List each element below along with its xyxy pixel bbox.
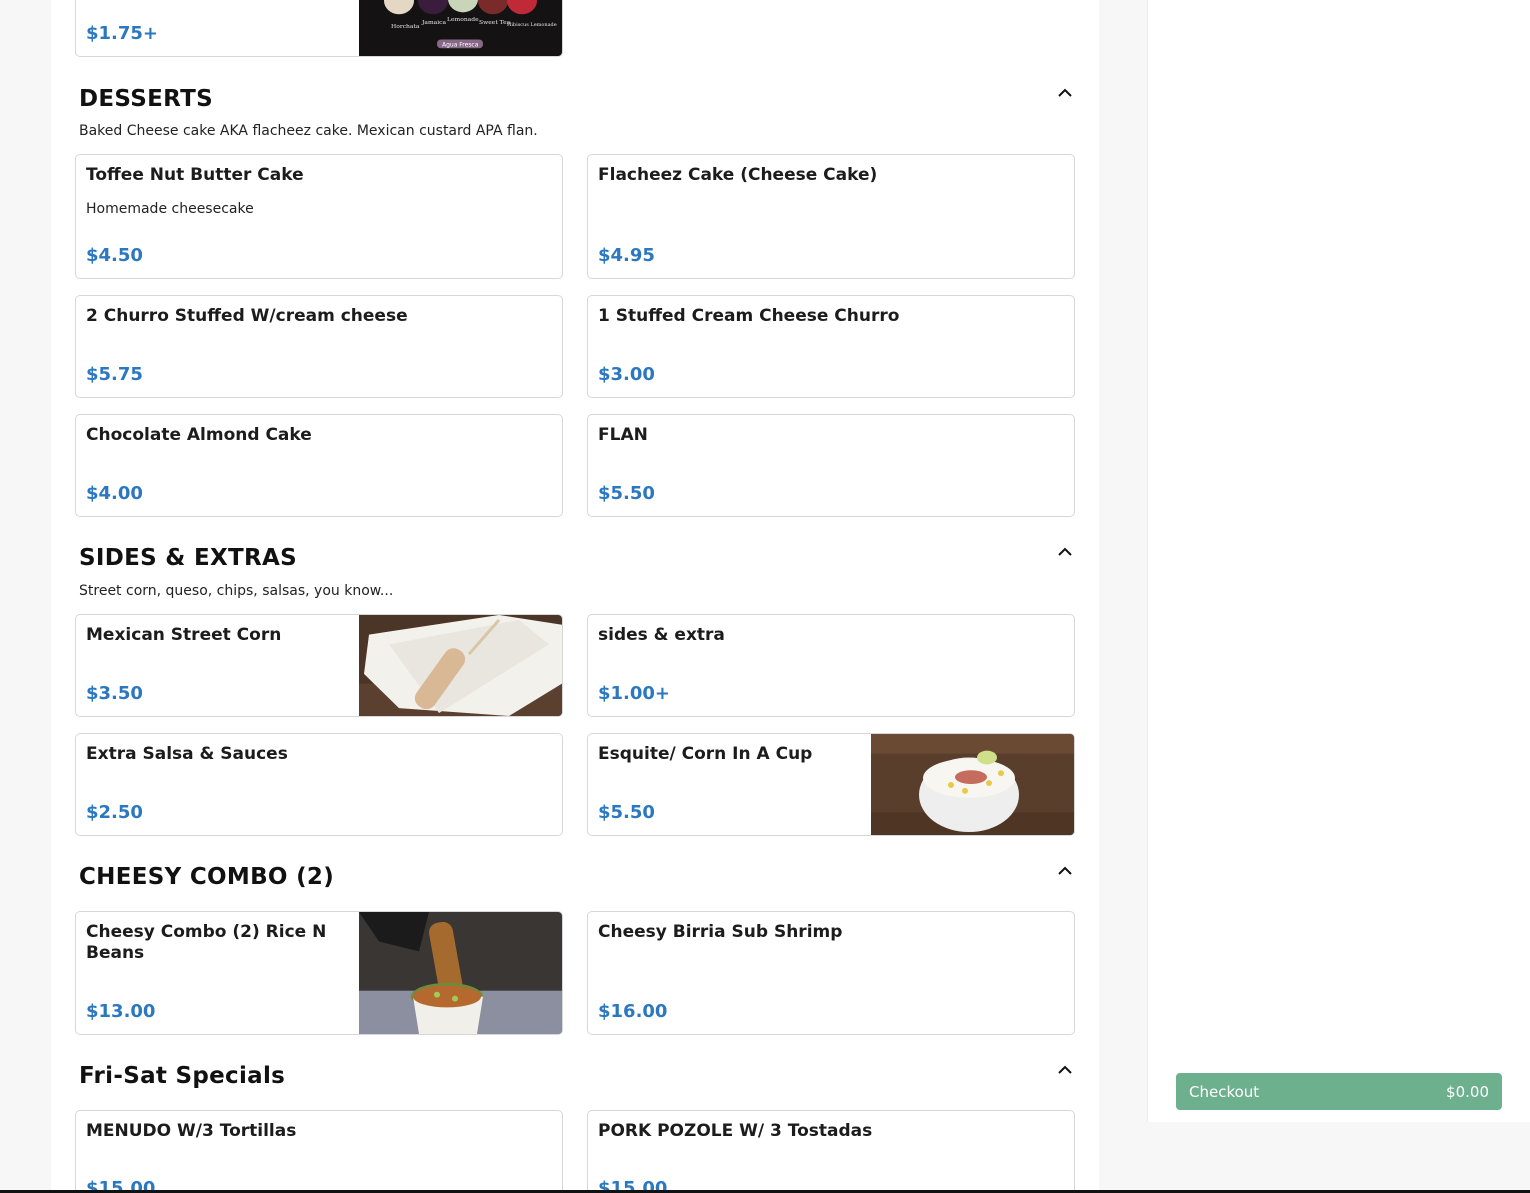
item-description: Homemade cheesecake [86, 201, 254, 217]
item-name: Esquite/ Corn In A Cup [598, 744, 813, 764]
menu-item-card[interactable]: Esquite/ Corn In A Cup $5.50 [587, 733, 1075, 836]
item-price: $13.00 [86, 1001, 156, 1022]
item-name: PORK POZOLE W/ 3 Tostadas [598, 1121, 873, 1141]
section-title-sides: SIDES & EXTRAS [79, 545, 297, 571]
menu-item-card[interactable]: MENUDO W/3 Tortillas $15.00 [75, 1110, 563, 1193]
street-corn-image [359, 615, 562, 716]
menu-item-card[interactable]: sides & extra $1.00+ [587, 614, 1075, 717]
menu-item-card[interactable]: Toffee Nut Butter Cake Homemade cheeseca… [75, 154, 563, 279]
item-price: $16.00 [598, 1001, 668, 1022]
menu-item-card[interactable]: Cheesy Birria Sub Shrimp $16.00 [587, 911, 1075, 1035]
section-description: Street corn, queso, chips, salsas, you k… [79, 583, 394, 599]
cheesy-combo-image [359, 912, 562, 1034]
item-name: 2 Churro Stuffed W/cream cheese [86, 306, 408, 326]
section-description: Baked Cheese cake AKA flacheez cake. Mex… [79, 123, 538, 139]
drinks-image: Horchata Jamaica Lemonade Sweet Tea Hibi… [359, 0, 562, 56]
item-price: $3.50 [86, 683, 143, 704]
item-price: $1.00+ [598, 683, 671, 704]
item-name: FLAN [598, 425, 648, 445]
item-name: Chocolate Almond Cake [86, 425, 312, 445]
item-price: $5.75 [86, 364, 143, 385]
menu-item-card[interactable]: Chocolate Almond Cake $4.00 [75, 414, 563, 517]
item-name: Cheesy Combo (2) Rice N Beans [86, 922, 327, 963]
section-title-cheesy-combo: CHEESY COMBO (2) [79, 864, 335, 890]
item-name: MENUDO W/3 Tortillas [86, 1121, 297, 1141]
item-price: $4.50 [86, 245, 143, 266]
menu-item-card[interactable]: PORK POZOLE W/ 3 Tostadas $15.00 [587, 1110, 1075, 1193]
menu-item-card[interactable]: 1 Stuffed Cream Cheese Churro $3.00 [587, 295, 1075, 398]
caption-hibiscus-lemonade: Hibiscus Lemonade [507, 22, 557, 28]
item-name: Flacheez Cake (Cheese Cake) [598, 165, 878, 185]
item-name: Extra Salsa & Sauces [86, 744, 288, 764]
collapse-chevron-icon[interactable] [1056, 86, 1074, 100]
item-name: Cheesy Birria Sub Shrimp [598, 922, 843, 942]
checkout-button[interactable]: Checkout $0.00 [1176, 1073, 1502, 1110]
caption-horchata: Horchata [391, 24, 420, 30]
item-name: Toffee Nut Butter Cake [86, 165, 304, 185]
menu-content: $1.75+ Horchata Jamaica Lemonade Sweet T… [51, 0, 1099, 1193]
caption-jamaica: Jamaica [421, 20, 447, 26]
item-price: $4.95 [598, 245, 655, 266]
caption-lemonade: Lemonade [447, 17, 479, 23]
menu-item-card[interactable]: Extra Salsa & Sauces $2.50 [75, 733, 563, 836]
item-price: $4.00 [86, 483, 143, 504]
collapse-chevron-icon[interactable] [1056, 864, 1074, 878]
menu-item-card[interactable]: 2 Churro Stuffed W/cream cheese $5.75 [75, 295, 563, 398]
checkout-label: Checkout [1189, 1082, 1260, 1101]
cart-sidebar [1147, 0, 1530, 1122]
item-name: 1 Stuffed Cream Cheese Churro [598, 306, 900, 326]
esquite-cup-image [871, 734, 1074, 835]
item-price: $5.50 [598, 483, 655, 504]
menu-item-card[interactable]: Flacheez Cake (Cheese Cake) $4.95 [587, 154, 1075, 279]
collapse-chevron-icon[interactable] [1056, 545, 1074, 559]
collapse-chevron-icon[interactable] [1056, 1063, 1074, 1077]
section-title-desserts: DESSERTS [79, 86, 213, 112]
item-price: $1.75+ [86, 23, 159, 44]
checkout-total: $0.00 [1446, 1082, 1489, 1101]
menu-item-card[interactable]: Cheesy Combo (2) Rice N Beans $13.00 [75, 911, 563, 1035]
item-price: $2.50 [86, 802, 143, 823]
item-name: sides & extra [598, 625, 725, 645]
menu-item-card[interactable]: $1.75+ Horchata Jamaica Lemonade Sweet T… [75, 0, 563, 57]
item-price: $3.00 [598, 364, 655, 385]
item-price: $5.50 [598, 802, 655, 823]
menu-item-card[interactable]: FLAN $5.50 [587, 414, 1075, 517]
caption-agua-fresca: Agua Fresca [442, 42, 479, 48]
item-name: Mexican Street Corn [86, 625, 282, 645]
menu-item-card[interactable]: Mexican Street Corn $3.50 [75, 614, 563, 717]
section-title-specials: Fri-Sat Specials [79, 1063, 286, 1089]
